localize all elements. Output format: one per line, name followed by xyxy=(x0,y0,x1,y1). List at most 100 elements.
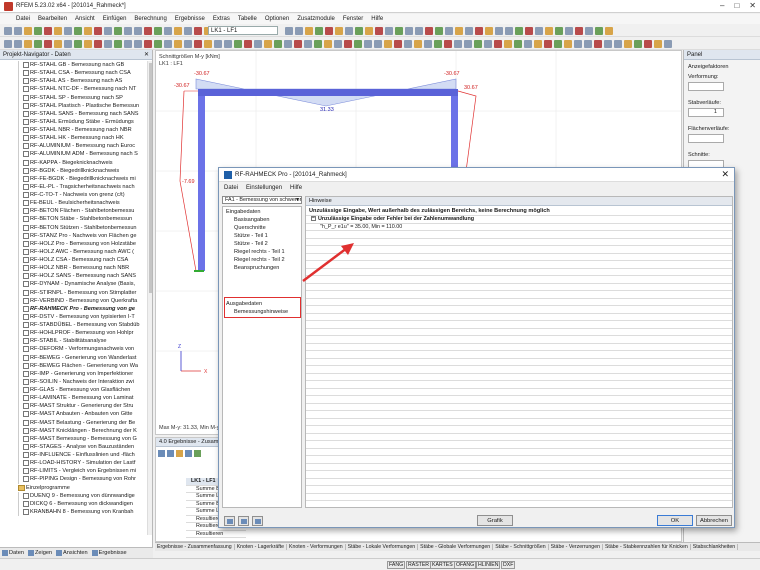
load-case-combo[interactable]: LK1 - LF1 xyxy=(208,26,278,35)
menu-hilfe[interactable]: Hilfe xyxy=(371,16,383,22)
case-selector[interactable]: FA1 - Bemessung von schwerer ▼ xyxy=(222,196,302,204)
deformation-field[interactable] xyxy=(688,82,724,91)
navigator-item[interactable]: RF-GLAS - Bemessung von Glasflächen xyxy=(0,386,148,395)
tree-stuetze-1[interactable]: Stütze - Teil 1 xyxy=(234,233,268,239)
menu-einfuegen[interactable]: Einfügen xyxy=(103,16,127,22)
tab-knoten-verformungen[interactable]: Knoten - Verformungen xyxy=(287,544,346,550)
navigator-item[interactable]: RF-BEWEG - Generierung von Wanderlast xyxy=(0,353,148,362)
tab-ergebnisse[interactable]: Ergebnisse xyxy=(91,550,127,556)
dialog-menu-einstellungen[interactable]: Einstellungen xyxy=(246,185,282,191)
tree-riegel-2[interactable]: Riegel rechts - Teil 2 xyxy=(234,257,285,263)
navigator-item[interactable]: RF-VERBIND - Bemessung von Querkrafta xyxy=(0,296,148,305)
navigator-tree[interactable]: RF-STAHL GB - Bemessung nach GB RF-STAHL … xyxy=(0,61,148,535)
navigator-item[interactable]: RF-STAHL NTC-DF - Bemessung nach NT xyxy=(0,85,148,94)
tab-globale-verformungen[interactable]: Stäbe - Globale Verformungen xyxy=(418,544,494,550)
info-button[interactable] xyxy=(224,516,235,526)
menu-berechnung[interactable]: Berechnung xyxy=(134,16,166,22)
tab-daten[interactable]: Daten xyxy=(2,550,24,556)
navigator-item[interactable]: RF-ALUMINIUM ADM - Bemessung nach S xyxy=(0,150,148,159)
navigator-item[interactable]: RF-STAHL Plastisch - Plastische Bemessun xyxy=(0,101,148,110)
status-raster[interactable]: RASTER xyxy=(406,561,432,569)
tree-stuetze-2[interactable]: Stütze - Teil 2 xyxy=(234,241,268,247)
navigator-item[interactable]: RF-STAHL AS - Bemessung nach AS xyxy=(0,77,148,86)
navigator-item[interactable]: RF-HOLZ SANS - Bemessung nach SANS xyxy=(0,272,148,281)
tab-stabkennzahlen[interactable]: Stäbe - Stabkennzahlen für Knicken xyxy=(603,544,691,550)
dialog-menu-hilfe[interactable]: Hilfe xyxy=(290,185,302,191)
navigator-item[interactable]: RF-MAST Belastung - Generierung der Be xyxy=(0,418,148,427)
close-icon[interactable]: ✕ xyxy=(144,50,149,60)
navigator-item[interactable]: RF-STAHL Ermüdung Stäbe - Ermüdungs xyxy=(0,117,148,126)
toolbar-icons-right[interactable] xyxy=(285,27,613,35)
navigator-item[interactable]: RF-LOAD-HISTORY - Simulation der Lastf xyxy=(0,459,148,468)
navigator-item[interactable]: RF-STAHL SANS - Bemessung nach SANS xyxy=(0,109,148,118)
navigator-item[interactable]: RF-RAHMECK Pro - Bemessung von ge xyxy=(0,304,148,313)
navigator-item[interactable]: RF-DEFORM - Verformungsnachweis von xyxy=(0,345,148,354)
member-factor-field[interactable]: 1 xyxy=(688,108,724,117)
tree-beanspruchungen[interactable]: Beanspruchungen xyxy=(234,265,279,271)
navigator-item[interactable]: RF-MAST Struktur - Generierung der Stru xyxy=(0,402,148,411)
export-button[interactable] xyxy=(238,516,249,526)
status-ofang[interactable]: OFANG xyxy=(454,561,477,569)
navigator-scrollbar[interactable] xyxy=(147,61,152,535)
navigator-item[interactable]: RF-BETON Stäbe - Stahlbetonbemessun xyxy=(0,215,148,224)
tab-verzerrungen[interactable]: Stäbe - Verzerrungen xyxy=(549,544,603,550)
navigator-item[interactable]: KRANBAHN 8 - Bemessung von Kranbah xyxy=(0,507,148,516)
navigator-item[interactable]: RF-PIPING Design - Bemessung von Rohr xyxy=(0,475,148,484)
cancel-button[interactable]: Abbrechen xyxy=(696,515,732,526)
toolbar-icons[interactable] xyxy=(4,27,222,35)
menu-tabelle[interactable]: Tabelle xyxy=(238,16,257,22)
navigator-item[interactable]: RF-STAHL CSA - Bemessung nach CSA xyxy=(0,69,148,78)
maximize-button[interactable]: □ xyxy=(734,1,739,10)
navigator-item[interactable]: RF-IMP - Generierung von Imperfektioner xyxy=(0,369,148,378)
navigator-item[interactable]: RF-C-TO-T - Nachweis von grenz (c/t) xyxy=(0,191,148,200)
menu-fenster[interactable]: Fenster xyxy=(343,16,363,22)
print-button[interactable] xyxy=(252,516,263,526)
navigator-item[interactable]: RF-STAHL HK - Bemessung nach HK xyxy=(0,134,148,143)
navigator-item[interactable]: RF-KAPPA - Biegeknicknachweis xyxy=(0,158,148,167)
tab-zusammenfassung[interactable]: Ergebnisse - Zusammenfassung xyxy=(155,544,235,550)
navigator-item[interactable]: RF-STANZ Pro - Nachweis von Flächen ge xyxy=(0,231,148,240)
menu-ansicht[interactable]: Ansicht xyxy=(75,16,95,22)
menu-bearbeiten[interactable]: Bearbeiten xyxy=(38,16,67,22)
collapse-icon[interactable]: − xyxy=(311,216,316,222)
menu-extras[interactable]: Extras xyxy=(213,16,230,22)
navigator-item[interactable]: RF-EL-PL - Tragsicherheitsnachweis nach xyxy=(0,182,148,191)
tab-lokale-verformungen[interactable]: Stäbe - Lokale Verformungen xyxy=(346,544,419,550)
navigator-item[interactable]: RF-BETON Stützen - Stahlbetonbemessun xyxy=(0,223,148,232)
tab-stabschlankheiten[interactable]: Stabschlankheiten xyxy=(691,544,739,550)
navigator-item[interactable]: RF-MAST Anbauten - Anbauten von Gitte xyxy=(0,410,148,419)
navigator-item[interactable]: RF-BEWEG Flächen - Generierung von Wa xyxy=(0,361,148,370)
navigator-item[interactable]: RF-MAST Knicklängen - Berechnung der K xyxy=(0,426,148,435)
navigator-item[interactable]: RF-HOLZ Pro - Bemessung von Holzstäbe xyxy=(0,239,148,248)
navigator-item[interactable]: RF-SOILIN - Nachweis der Interaktion zwi xyxy=(0,377,148,386)
tab-lagerkraefte[interactable]: Knoten - Lagerkräfte xyxy=(235,544,287,550)
navigator-category[interactable]: Einzelprogramme xyxy=(0,484,148,492)
close-button[interactable]: ✕ xyxy=(749,1,756,10)
surface-factor-field[interactable] xyxy=(688,134,724,143)
navigator-item[interactable]: RF-STIRNPL - Bemessung von Stirnplatter xyxy=(0,288,148,297)
navigator-item[interactable]: RF-LIMITS - Vergleich von Ergebnissen mi xyxy=(0,467,148,476)
navigator-item[interactable]: RF-HOLZ NBR - Bemessung nach NBR xyxy=(0,264,148,273)
tab-schnittgroessen[interactable]: Stäbe - Schnittgrößen xyxy=(493,544,549,550)
navigator-item[interactable]: RF-HOLZ AWC - Bemessung nach AWC ( xyxy=(0,247,148,256)
navigator-item[interactable]: RF-STAHL NBR - Bemessung nach NBR xyxy=(0,126,148,135)
results-toolbar[interactable] xyxy=(158,450,218,458)
tab-ansichten[interactable]: Ansichten xyxy=(56,550,88,556)
menu-datei[interactable]: Datei xyxy=(16,16,30,22)
error-detail[interactable]: "h_P_r e1u" = 35.00, Min = 110.00 xyxy=(306,224,732,231)
error-group-header[interactable]: − Unzulässige Eingabe oder Fehler bei der… xyxy=(306,216,732,224)
minimize-button[interactable]: – xyxy=(720,1,724,10)
tree-querschnitte[interactable]: Querschnitte xyxy=(234,225,266,231)
close-icon[interactable]: ✕ xyxy=(721,169,729,180)
navigator-item[interactable]: RF-DSTV - Bemessung von typisierten I-T xyxy=(0,312,148,321)
navigator-item[interactable]: DICKQ 6 - Bemessung von dickwandigen xyxy=(0,499,148,508)
status-fang[interactable]: FANG xyxy=(387,561,406,569)
menu-zusatzmodule[interactable]: Zusatzmodule xyxy=(297,16,335,22)
ok-button[interactable]: OK xyxy=(657,515,693,526)
navigator-item[interactable]: RF-INFLUENCE - Einflusslinien und -fläch xyxy=(0,451,148,460)
navigator-item[interactable]: FE-BEUL - Beulsicherheitsnachweis xyxy=(0,199,148,208)
navigator-item[interactable]: RF-LAMINATE - Bemessung von Laminat xyxy=(0,394,148,403)
navigator-item[interactable]: RF-MAST Bemessung - Bemessung von G xyxy=(0,434,148,443)
dialog-menu-datei[interactable]: Datei xyxy=(224,185,238,191)
navigator-item[interactable]: RF-STAHL GB - Bemessung nach GB xyxy=(0,61,148,70)
